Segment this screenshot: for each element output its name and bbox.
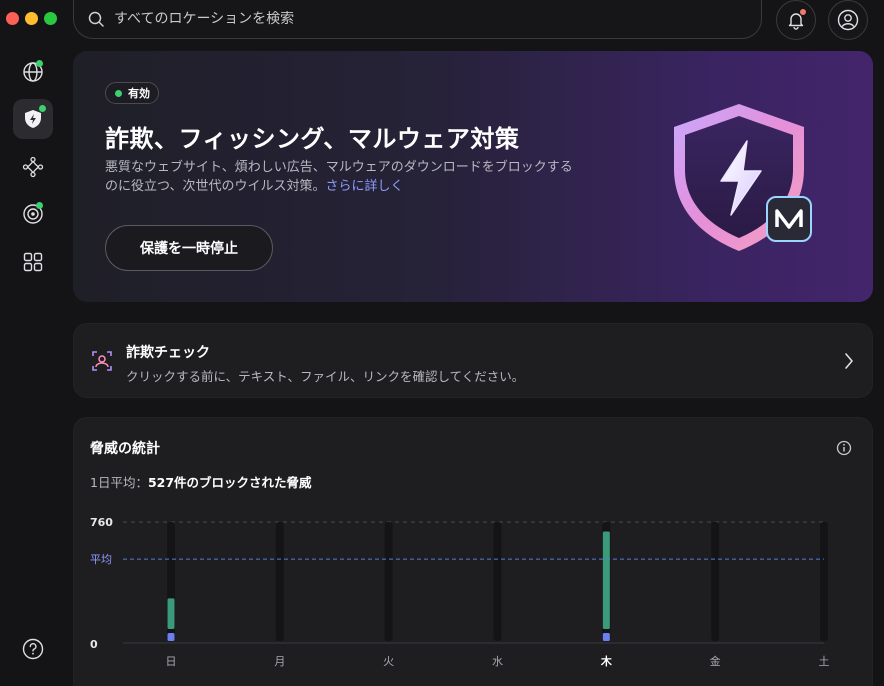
bar-track [384,522,393,641]
zoom-window-button[interactable] [44,12,57,25]
sidebar-item-apps[interactable] [13,242,53,282]
sidebar-item-help[interactable] [13,629,53,669]
shield-illustration-icon [674,104,812,251]
status-badge: 有効 [105,82,159,104]
average-label: 平均 [90,553,112,566]
notification-dot [800,9,806,15]
sidebar-item-dark-web-monitor[interactable] [13,194,53,234]
bar-segment-blue [167,633,175,641]
bar-segment-green [602,531,610,629]
threat-protection-card: 有効 詐欺、フィッシング、マルウェア対策 悪質なウェブサイト、煩わしい広告、マル… [73,51,873,302]
scam-check-card[interactable]: 詐欺チェック クリックする前に、テキスト、ファイル、リンクを確認してください。 [73,323,873,398]
window-controls [6,12,57,25]
x-tick-label: 木 [600,654,613,668]
chevron-right-icon [845,353,853,369]
threat-chart: 760 0 日 月 火 水 木 金 土 平均 [90,516,830,668]
x-tick-label: 日 [166,655,177,668]
scam-check-title: 詐欺チェック [126,345,210,361]
hero-description: 悪質なウェブサイト、煩わしい広告、マルウェアのダウンロードをブロックする のに役… [105,158,625,196]
pause-protection-button[interactable]: 保護を一時停止 [105,225,273,271]
x-tick-label: 土 [819,655,830,668]
sidebar [0,48,64,686]
search-input[interactable] [114,11,734,27]
learn-more-link[interactable]: さらに詳しく [325,179,403,194]
bar-segment-green [167,598,175,629]
scam-check-subtitle: クリックする前に、テキスト、ファイル、リンクを確認してください。 [126,369,525,384]
y-tick-label: 760 [90,516,113,529]
x-tick-label: 月 [274,655,285,668]
description-line-2: のに役立つ、次世代のウイルス対策。 [105,179,326,194]
close-window-button[interactable] [6,12,19,25]
bar-track [711,522,720,641]
y-tick-label: 0 [90,638,98,651]
sidebar-item-meshnet[interactable] [13,147,53,187]
x-tick-label: 水 [492,655,503,668]
status-dot [36,60,43,67]
page-title: 詐欺、フィッシング、マルウェア対策 [105,125,520,153]
grid-icon [23,252,43,272]
user-icon [837,9,859,31]
sidebar-item-vpn[interactable] [13,52,53,92]
search-icon [88,11,104,27]
description-line-1: 悪質なウェブサイト、煩わしい広告、マルウェアのダウンロードをブロックする [105,160,573,175]
bar-track [820,522,828,641]
sidebar-item-threat-protection[interactable] [13,99,53,139]
help-icon [22,638,44,660]
bar-segment-blue [602,633,610,641]
threat-stats-card: 脅威の統計 1日平均：527件のブロックされた脅威 760 0 日月火水木金土平均 [73,417,873,686]
bar-track [493,522,502,641]
x-tick-label: 金 [710,654,721,668]
search-bar [73,0,762,39]
scan-icon [92,351,112,371]
notifications-button[interactable] [776,0,816,40]
nodes-icon [22,156,44,178]
bar-track [275,522,284,641]
x-tick-label: 火 [383,655,394,668]
status-dot [39,105,46,112]
account-button[interactable] [828,0,868,40]
status-dot [36,202,43,209]
minimize-window-button[interactable] [25,12,38,25]
